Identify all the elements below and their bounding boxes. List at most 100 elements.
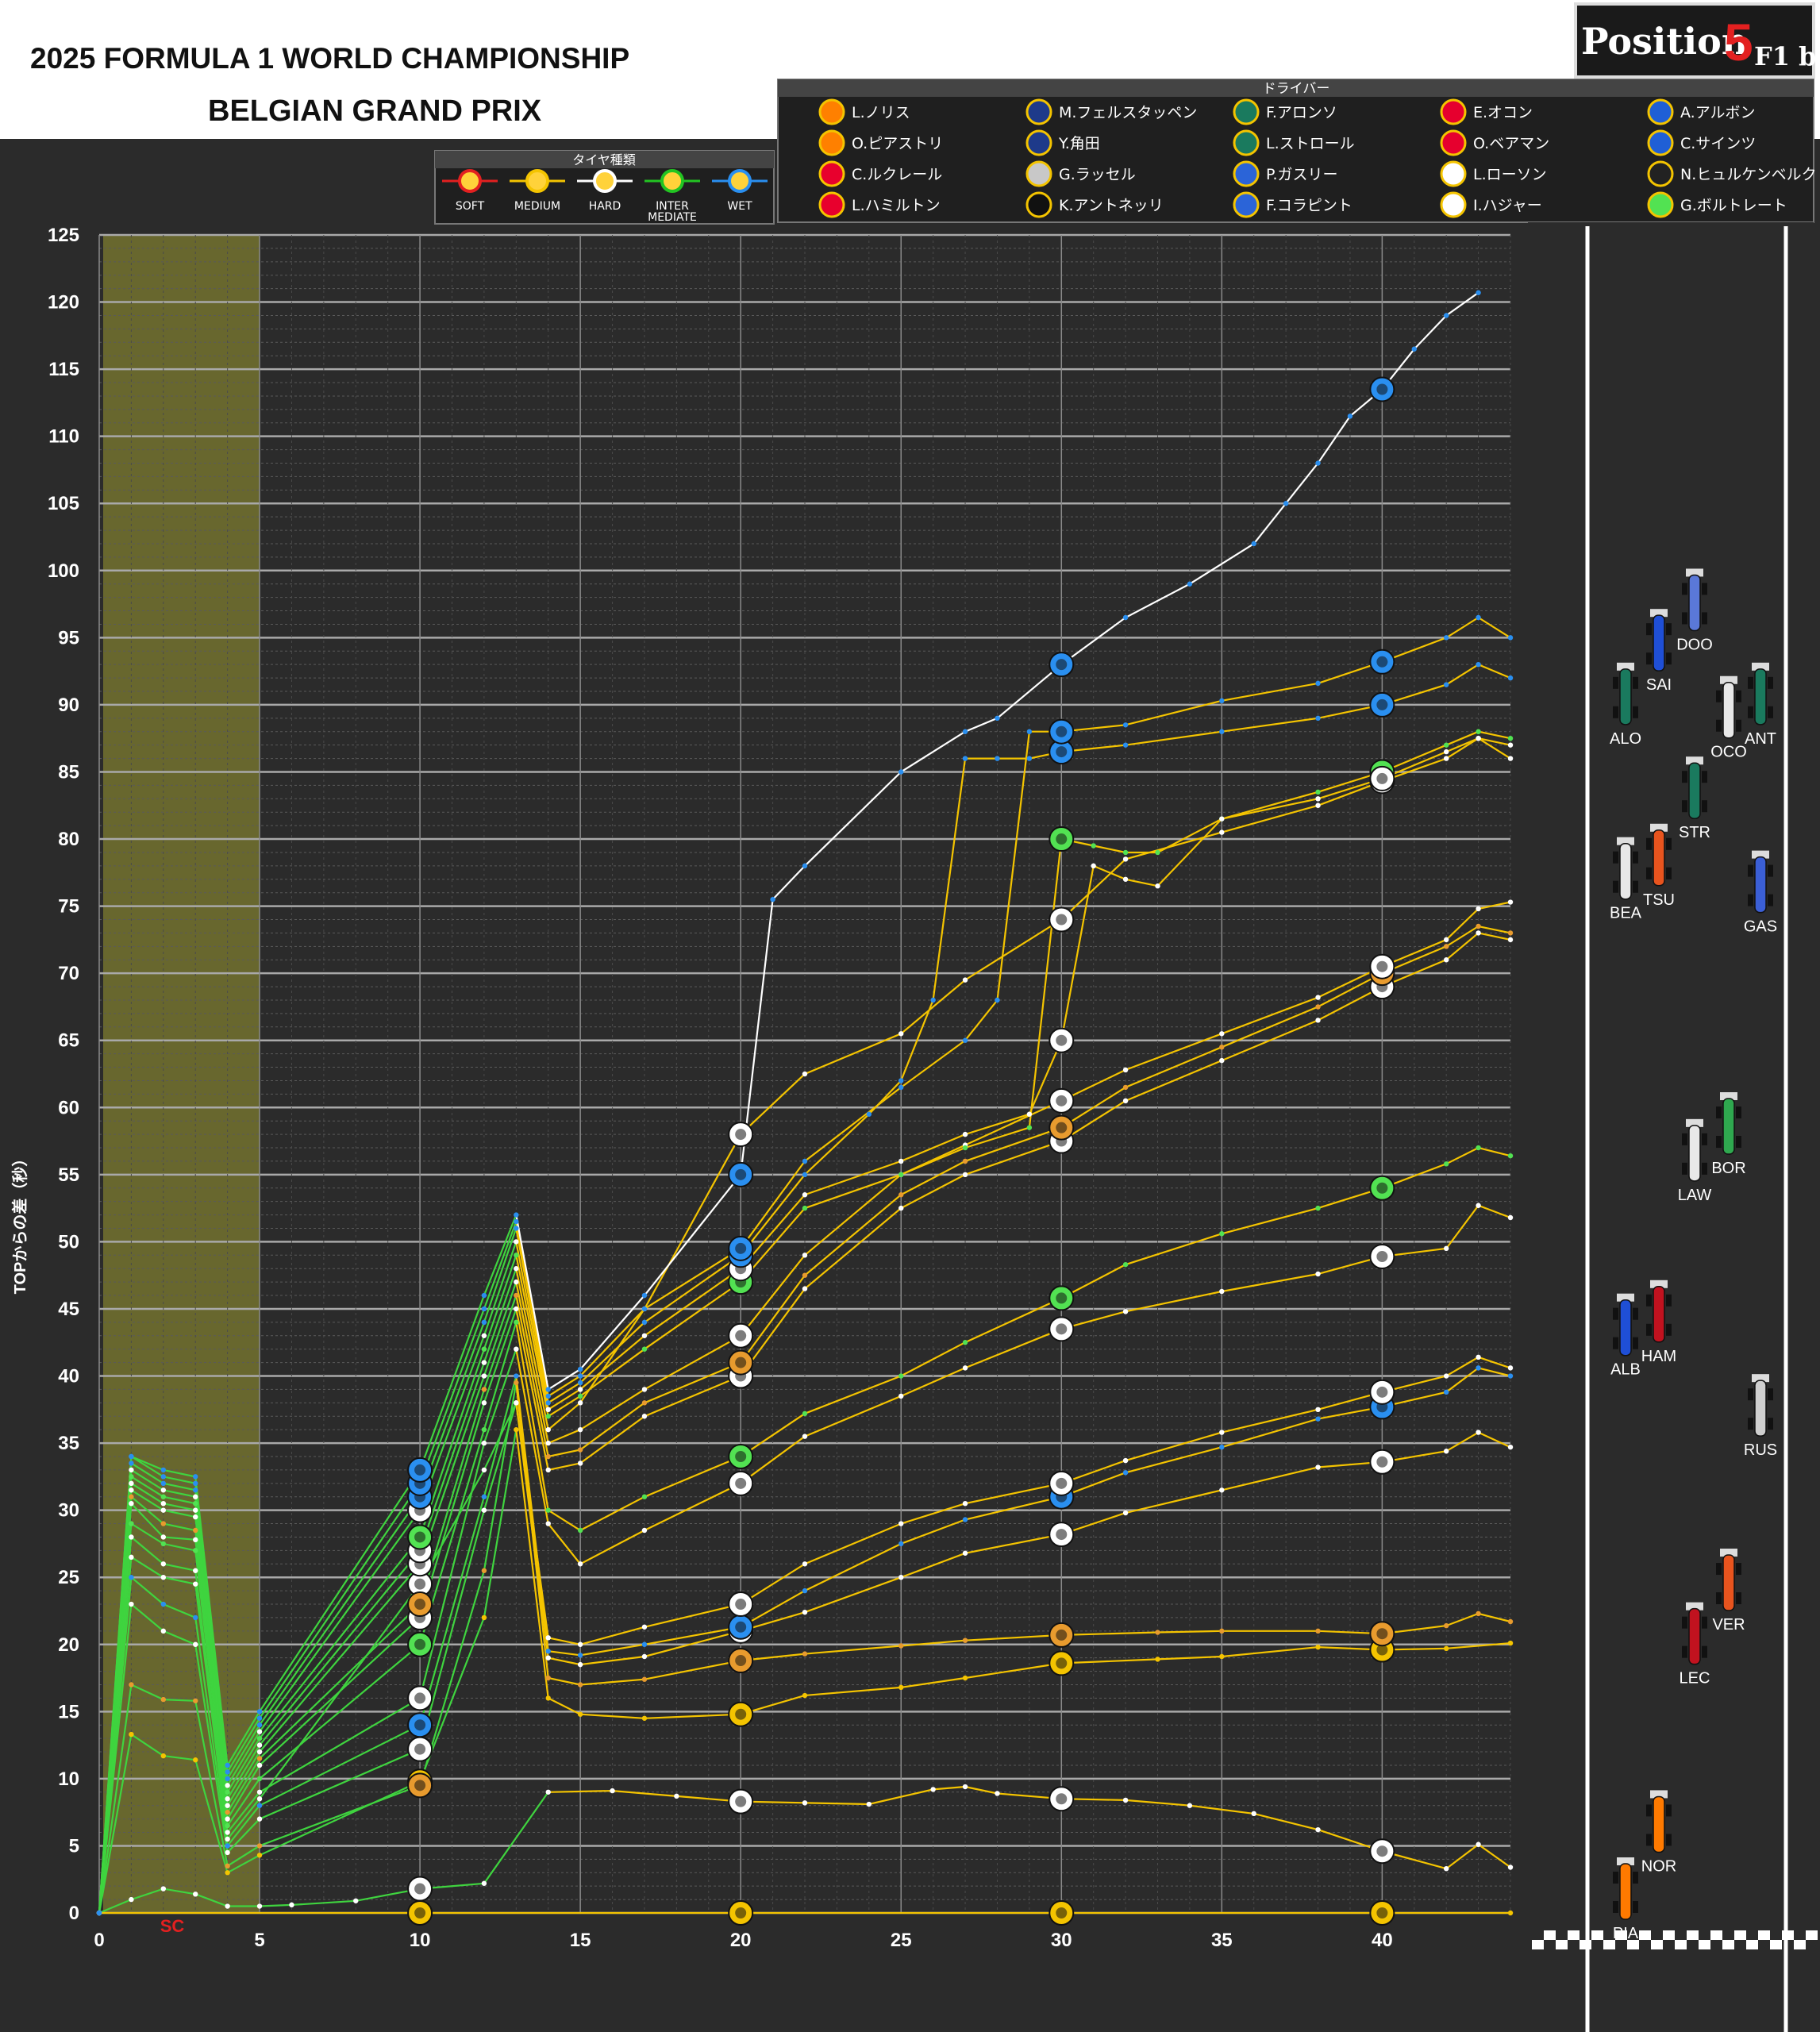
data-point-rus <box>802 1609 808 1615</box>
data-point-ham <box>129 1554 134 1561</box>
racingbulls-icon <box>1440 160 1467 187</box>
y-tick-label: 110 <box>48 426 79 448</box>
haas-icon <box>1440 129 1467 156</box>
data-point-gas <box>962 1037 968 1043</box>
data-point-doo <box>995 715 1000 722</box>
tyre-icon <box>728 169 752 193</box>
haas-icon <box>1440 98 1467 125</box>
data-point-gas <box>1476 614 1481 621</box>
data-point-alo <box>1315 789 1321 795</box>
data-point-doo <box>577 1366 583 1372</box>
data-point-alo <box>160 1494 167 1499</box>
team-badge-nor <box>1049 1786 1075 1812</box>
data-point-bor <box>256 1776 263 1782</box>
data-point-oco <box>802 1071 808 1077</box>
data-point-rus <box>129 1601 134 1607</box>
data-point-alb <box>545 1649 551 1654</box>
data-point-doo <box>1315 460 1321 466</box>
data-point-doo <box>770 896 775 902</box>
team-badge-pia <box>407 1900 433 1926</box>
data-point-oco <box>1219 829 1225 835</box>
data-point-doo <box>1411 346 1417 352</box>
data-point-ham <box>1443 1373 1449 1379</box>
svg-text:E.オコン: E.オコン <box>1473 104 1533 121</box>
data-point-sai <box>193 1487 198 1493</box>
svg-text:O.ベアマン: O.ベアマン <box>1473 135 1549 152</box>
team-badge-pia <box>728 1900 754 1926</box>
data-point-lec <box>898 1684 904 1691</box>
y-tick-label: 20 <box>58 1634 79 1656</box>
data-point-gas <box>898 1084 904 1091</box>
driver-code-label: BEA <box>1610 905 1642 922</box>
data-point-ver <box>1219 1628 1225 1634</box>
data-point-nor <box>930 1787 936 1792</box>
data-point-rus <box>1443 1449 1449 1454</box>
x-tick-label: 40 <box>1372 1930 1393 1951</box>
svg-text:F1 blog: F1 blog <box>1754 41 1820 71</box>
data-point-ham <box>225 1836 230 1842</box>
data-point-bor <box>129 1521 134 1526</box>
svg-text:P.ガスリー: P.ガスリー <box>1266 166 1338 183</box>
team-badge-ham <box>728 1591 754 1618</box>
data-point-oco <box>577 1400 583 1406</box>
data-point-sai <box>1476 661 1481 668</box>
x-tick-label: 20 <box>730 1930 752 1951</box>
data-point-tsu <box>545 1453 551 1460</box>
data-point-rus <box>225 1849 230 1856</box>
team-badge-bor <box>1369 1175 1395 1201</box>
data-point-alo <box>898 1172 904 1178</box>
sauber-icon <box>1647 160 1674 187</box>
team-badge-gas <box>728 1235 754 1261</box>
data-point-nor <box>129 1896 134 1903</box>
data-point-gas <box>1219 698 1225 704</box>
svg-text:MEDIATE: MEDIATE <box>648 211 697 224</box>
data-point-rus <box>160 1628 167 1634</box>
team-badge-ant <box>1369 765 1395 791</box>
team-badge-gas <box>1049 718 1075 745</box>
data-point-alb <box>802 1588 808 1594</box>
y-tick-label: 95 <box>58 627 79 648</box>
data-point-str <box>802 1253 808 1258</box>
data-point-nor <box>1187 1803 1193 1808</box>
svg-text:F.アロンソ: F.アロンソ <box>1266 104 1337 121</box>
data-point-sai <box>1122 742 1129 748</box>
data-point-bea <box>1315 1018 1321 1023</box>
data-point-nor <box>289 1902 294 1908</box>
data-point-ant <box>1091 863 1096 869</box>
team-badge-oco <box>728 1122 754 1148</box>
driver-legend: ドライバー L.ノリス O.ピアストリ C.ルクレール L.ハミルトン M.フェルスタッ… <box>777 79 1817 223</box>
data-point-alo <box>514 1253 519 1258</box>
driver-legend-item: P.ガスリー <box>1233 160 1338 187</box>
data-point-str <box>545 1440 551 1446</box>
team-badge-law <box>1369 1244 1395 1270</box>
data-point-tsu <box>1122 1084 1129 1091</box>
data-point-bea <box>577 1460 583 1466</box>
driver-legend-item: L.ノリス <box>818 98 910 125</box>
data-point-nor <box>353 1898 359 1903</box>
data-point-alo <box>193 1500 198 1507</box>
data-point-ver <box>641 1676 648 1682</box>
data-point-ham <box>802 1561 808 1567</box>
driver-legend-item: L.ハミルトン <box>818 191 941 218</box>
data-point-sai <box>225 1776 230 1782</box>
site-logo: Position 5 F1 blog <box>1574 2 1820 79</box>
safety-car-label: SC <box>160 1916 185 1936</box>
y-tick-label: 90 <box>58 695 79 716</box>
data-point-doo <box>514 1212 519 1218</box>
data-point-sai <box>930 997 936 1003</box>
data-point-rus <box>1315 1464 1321 1470</box>
data-point-rus <box>898 1575 904 1580</box>
data-point-bor <box>1443 1161 1449 1167</box>
data-point-str <box>225 1803 230 1808</box>
data-point-oco <box>193 1507 198 1513</box>
svg-text:K.アントネッリ: K.アントネッリ <box>1059 197 1164 214</box>
data-point-ant <box>577 1387 583 1392</box>
data-point-ant <box>1155 883 1160 889</box>
data-point-bea <box>129 1500 134 1507</box>
svg-text:C.ルクレール: C.ルクレール <box>852 166 942 183</box>
data-point-doo <box>225 1762 230 1768</box>
data-point-oco <box>225 1796 230 1802</box>
redbull-icon <box>1025 129 1052 156</box>
y-tick-label: 15 <box>58 1701 79 1722</box>
data-point-sai <box>1219 729 1225 734</box>
